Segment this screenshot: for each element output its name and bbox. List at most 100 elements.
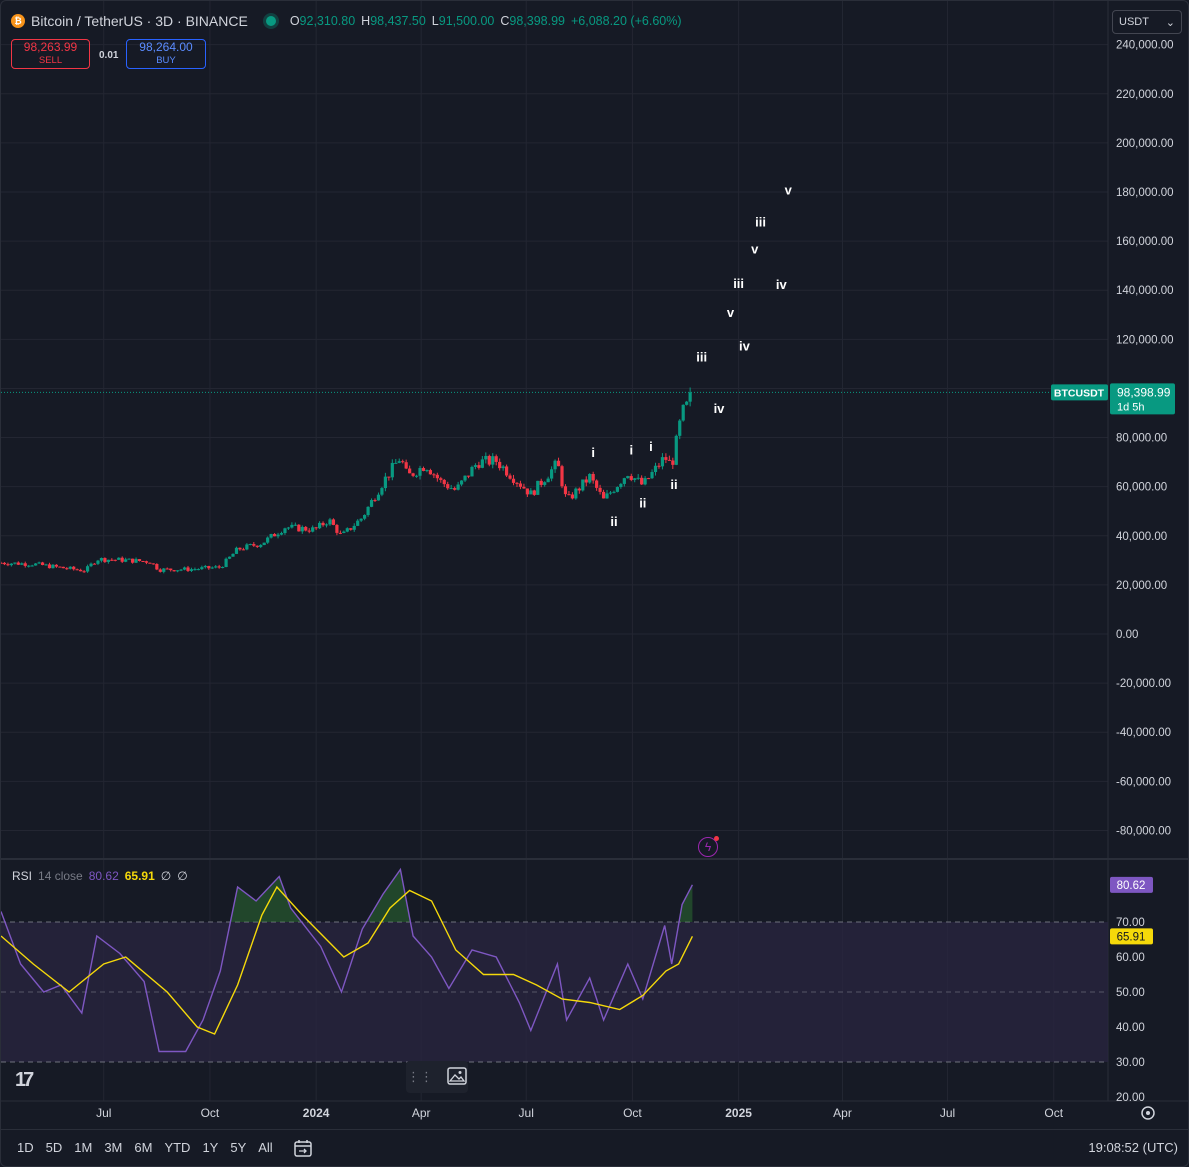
elliott-wave-label: iii [755, 214, 766, 229]
price-tick-label: 200,000.00 [1116, 138, 1174, 150]
candle-body [581, 479, 585, 491]
candle-body [307, 530, 311, 532]
candle-body [262, 542, 266, 546]
price-tick-label: -60,000.00 [1116, 776, 1171, 788]
candle-body [2, 562, 7, 565]
ohlc-item: L91,500.00 [432, 14, 495, 28]
timeframe-button-6m[interactable]: 6M [134, 1140, 152, 1155]
price-tick-label: 240,000.00 [1116, 40, 1174, 52]
symbol-header[interactable]: ₿ Bitcoin / TetherUS · 3D · BINANCE O92,… [11, 13, 682, 29]
elliott-wave-label: i [591, 445, 595, 460]
candle-body [397, 461, 401, 463]
candle-body [266, 537, 270, 543]
candle-body [404, 462, 408, 469]
candle-countdown: 1d 5h [1117, 401, 1145, 413]
candle-body [193, 569, 197, 571]
candle-body [141, 560, 145, 562]
rsi-name: RSI [12, 869, 33, 883]
rsi-params: 14 close [38, 869, 83, 883]
candle-body [176, 570, 180, 572]
candle-body [640, 477, 644, 485]
last-price-tag-value: 98,398.99 [1117, 385, 1171, 399]
candle-body [269, 534, 273, 538]
elliott-wave-label: v [785, 182, 793, 197]
buy-button[interactable]: 98,264.00 BUY [126, 39, 206, 69]
candle-body [186, 567, 190, 571]
timeframe-button-1m[interactable]: 1M [74, 1140, 92, 1155]
image-icon[interactable] [447, 1066, 467, 1088]
candle-body [601, 491, 606, 499]
screenshot-toolbar[interactable]: ⋮⋮ [406, 1061, 468, 1093]
candle-body [504, 466, 509, 476]
elliott-wave-label: iii [733, 276, 744, 291]
candle-body [217, 566, 221, 568]
price-tick-label: 80,000.00 [1116, 433, 1167, 445]
candle-body [428, 470, 433, 475]
price-tick-label: 0.00 [1116, 629, 1138, 641]
candle-body [345, 528, 349, 532]
candle-body [425, 470, 429, 472]
candle-body [9, 563, 13, 566]
candle-body [321, 522, 325, 526]
candle-body [473, 465, 478, 467]
timeframe-buttons: 1D 5D 1M 3M 6M YTD 1Y 5Y All [17, 1140, 273, 1155]
lot-size[interactable]: 0.01 [99, 50, 118, 61]
candle-body [532, 490, 536, 495]
candle-body [369, 500, 374, 507]
rsi-tick-label: 70.00 [1116, 917, 1145, 929]
symbol-tag-text: BTCUSDT [1054, 387, 1105, 399]
candle-body [13, 562, 17, 564]
candle-body [234, 547, 239, 554]
candle-body [227, 556, 232, 559]
candle-body [61, 566, 65, 569]
candle-body [546, 478, 550, 483]
candle-body [449, 488, 453, 490]
bitcoin-logo-icon: ₿ [11, 14, 25, 28]
rsi-legend[interactable]: RSI 14 close 80.62 65.91 ∅ ∅ [12, 869, 188, 883]
chart-frame: 240,000.00 220,000.00 200,000.00 180,000.00… [0, 0, 1189, 1167]
candle-body [383, 476, 387, 489]
candle-body [300, 526, 304, 532]
elliott-wave-label: ii [670, 477, 677, 492]
timeframe-button-5d[interactable]: 5D [46, 1140, 63, 1155]
calendar-range-icon[interactable] [293, 1138, 313, 1162]
sell-button[interactable]: 98,263.99 SELL [11, 39, 90, 69]
price-tick-label: 140,000.00 [1116, 285, 1174, 297]
candle-body [148, 562, 152, 564]
candle-body [16, 562, 20, 565]
rsi-tick-label: 50.00 [1116, 987, 1145, 999]
candle-body [342, 531, 346, 534]
currency-select[interactable]: USDT ⌄ [1112, 10, 1182, 34]
symbol-title[interactable]: Bitcoin / TetherUS · 3D · BINANCE [31, 13, 248, 29]
timeframe-button-5y[interactable]: 5Y [230, 1140, 246, 1155]
price-tick-label: 160,000.00 [1116, 236, 1174, 248]
timeframe-button-1y[interactable]: 1Y [202, 1140, 218, 1155]
candle-body [85, 566, 90, 572]
elliott-wave-label: iv [739, 338, 751, 353]
price-tick-label: -20,000.00 [1116, 678, 1171, 690]
candle-body [54, 564, 59, 567]
candle-body [678, 420, 682, 436]
candle-body [144, 561, 149, 563]
candle-body [446, 484, 450, 489]
candle-body [30, 565, 34, 567]
candle-body [172, 570, 176, 572]
candle-body [37, 562, 41, 564]
drag-handle-icon[interactable]: ⋮⋮ [407, 1069, 433, 1085]
candle-body [34, 563, 38, 566]
candle-body [359, 518, 363, 521]
timeframe-button-ytd[interactable]: YTD [164, 1140, 190, 1155]
tradingview-logo-icon[interactable]: 17 [15, 1069, 34, 1092]
candle-body [363, 515, 367, 519]
timeframe-button-all[interactable]: All [258, 1140, 272, 1155]
flash-alert-icon[interactable]: ϟ [698, 836, 719, 857]
market-open-status-icon [265, 16, 276, 26]
chart-canvas[interactable]: 240,000.00 220,000.00 200,000.00 180,000.00… [1, 1, 1189, 1167]
timeframe-button-1d[interactable]: 1D [17, 1140, 34, 1155]
utc-clock[interactable]: 19:08:52 (UTC) [1088, 1140, 1178, 1155]
candle-body [276, 534, 280, 537]
elliott-wave-label: i [649, 439, 653, 454]
candle-body [224, 558, 228, 567]
timeframe-button-3m[interactable]: 3M [104, 1140, 122, 1155]
candle-body [577, 488, 581, 491]
